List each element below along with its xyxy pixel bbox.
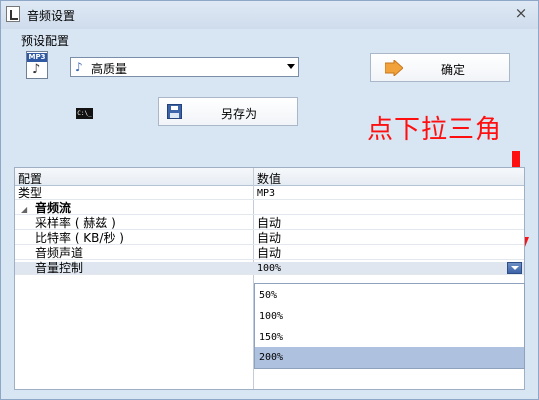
ok-button-label: 确定 xyxy=(441,63,466,77)
music-note-icon: ♪ xyxy=(32,62,41,77)
mp3-file-icon: MP3 ♪ xyxy=(26,51,50,81)
grid-row-audio-channel[interactable]: 音频声道 自动 xyxy=(15,247,524,260)
collapse-triangle-icon[interactable]: ◢ xyxy=(21,203,27,216)
property-value: 自动 xyxy=(257,231,282,245)
floppy-disk-icon xyxy=(167,104,182,119)
close-icon[interactable]: × xyxy=(512,4,530,22)
window-title: 音频设置 xyxy=(27,9,76,23)
preset-combobox[interactable]: ♪ 高质量 xyxy=(70,57,299,77)
annotation-text: 点下拉三角 xyxy=(367,115,503,145)
grid-row-sample-rate[interactable]: 采样率 ( 赫兹 ) 自动 xyxy=(15,217,524,230)
property-value: 自动 xyxy=(257,246,282,260)
property-name: 比特率 ( KB/秒 ) xyxy=(35,231,124,245)
save-as-button[interactable]: 另存为 xyxy=(158,97,298,126)
column-header-config: 配置 xyxy=(18,172,43,186)
save-as-button-label: 另存为 xyxy=(221,107,258,121)
volume-dropdown-list: 50% 100% 150% 200% xyxy=(254,283,525,369)
column-header-value: 数值 xyxy=(257,172,282,186)
app-icon xyxy=(6,6,20,22)
command-prompt-icon: C:\_ xyxy=(76,108,93,119)
title-bar[interactable]: 音频设置 × xyxy=(1,1,538,29)
grid-group-audio-stream[interactable]: ◢ 音频流 xyxy=(15,202,524,215)
group-name: 音频流 xyxy=(35,201,72,215)
ok-button[interactable]: 确定 xyxy=(370,53,510,82)
property-value: 自动 xyxy=(257,216,282,230)
grid-row-bit-rate[interactable]: 比特率 ( KB/秒 ) 自动 xyxy=(15,232,524,245)
property-name: 音频声道 xyxy=(35,246,84,260)
dropdown-triangle-button[interactable] xyxy=(507,262,522,274)
grid-row-type[interactable]: 类型 MP3 xyxy=(15,187,524,200)
dropdown-option-200[interactable]: 200% xyxy=(255,347,524,368)
mp3-badge: MP3 xyxy=(27,53,47,62)
dropdown-option-50[interactable]: 50% xyxy=(255,285,524,306)
property-name: 音量控制 xyxy=(35,261,84,275)
property-value[interactable]: 100% xyxy=(257,262,281,275)
grid-row-volume-control[interactable]: 音量控制 100% xyxy=(15,262,524,275)
audio-settings-window: 音频设置 × 预设配置 MP3 ♪ ♪ 高质量 确定 C:\_ 另存为 点下拉三… xyxy=(0,0,539,400)
grid-header: 配置 数值 xyxy=(15,168,524,186)
preset-combobox-value: 高质量 xyxy=(91,62,128,76)
chevron-down-icon[interactable] xyxy=(287,64,295,69)
property-name: 类型 xyxy=(18,186,43,200)
arrow-right-icon xyxy=(385,60,403,76)
dropdown-option-150[interactable]: 150% xyxy=(255,327,524,348)
preset-section-label: 预设配置 xyxy=(21,34,70,48)
property-value: MP3 xyxy=(257,188,276,199)
music-note-icon: ♪ xyxy=(75,60,83,74)
dropdown-option-100[interactable]: 100% xyxy=(255,306,524,327)
property-name: 采样率 ( 赫兹 ) xyxy=(35,216,116,230)
